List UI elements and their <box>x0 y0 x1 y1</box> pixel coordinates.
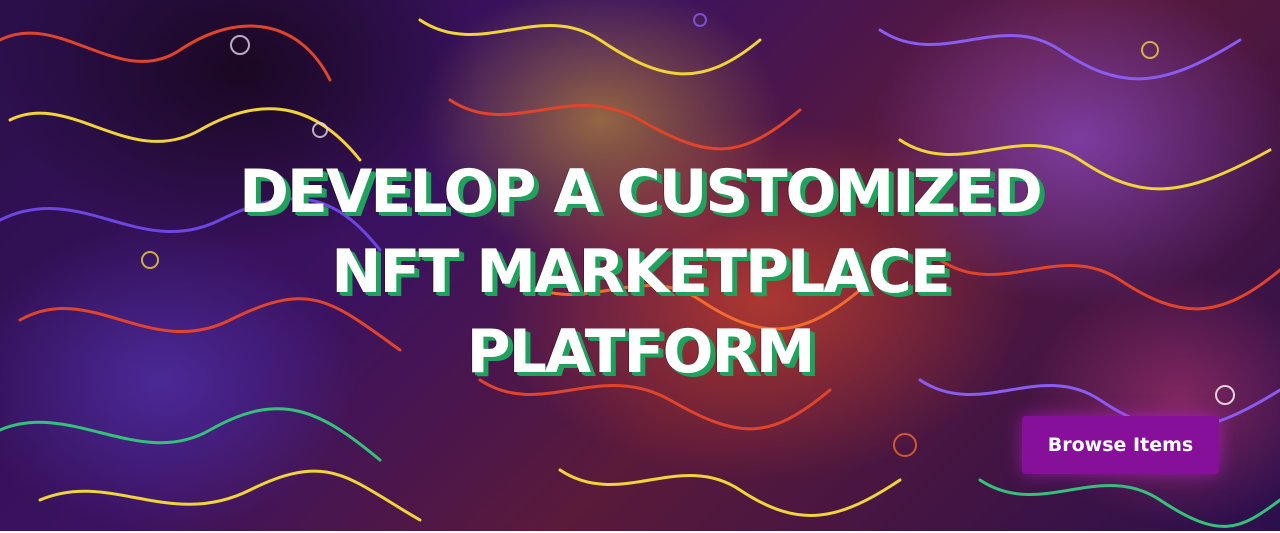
hero-title: DEVELOP A CUSTOMIZED NFT MARKETPLACE PLA… <box>0 152 1280 392</box>
hero-title-line-2: NFT MARKETPLACE <box>331 237 950 307</box>
browse-items-button[interactable]: Browse Items <box>1022 416 1219 474</box>
hero-banner: DEVELOP A CUSTOMIZED NFT MARKETPLACE PLA… <box>0 0 1280 533</box>
hero-title-line-1: DEVELOP A CUSTOMIZED <box>239 157 1043 227</box>
hero-title-line-3: PLATFORM <box>466 317 816 387</box>
